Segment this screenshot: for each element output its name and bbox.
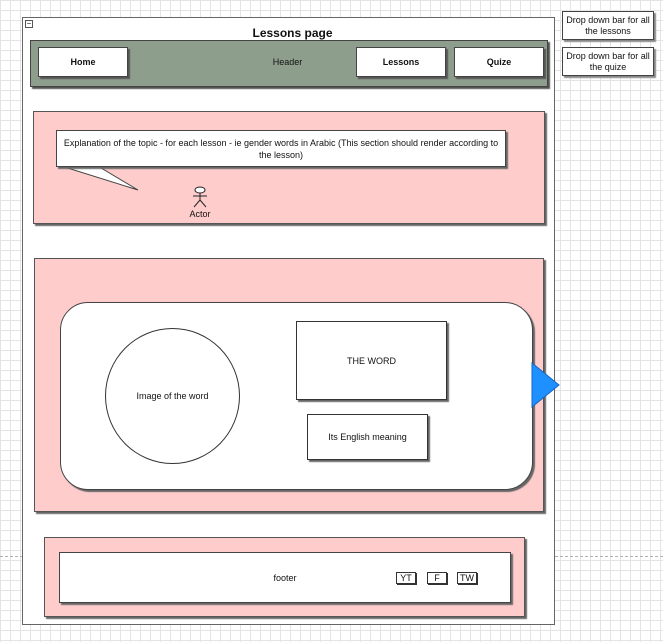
actor-label: Actor [189,209,211,219]
topic-explanation: Explanation of the topic - for each less… [56,130,506,167]
twitter-link[interactable]: TW [457,572,477,584]
home-button[interactable]: Home [38,47,128,77]
footer-label: footer [273,573,297,583]
facebook-link[interactable]: F [427,572,447,584]
collapse-icon[interactable]: − [25,20,33,28]
quiz-dropdown-note: Drop down bar for all the quize [562,47,654,76]
header-label: Header [272,57,303,67]
lessons-button[interactable]: Lessons [356,47,446,77]
word-image: Image of the word [105,328,240,464]
page-title: Lessons page [252,26,333,40]
actor-icon [193,186,207,208]
youtube-link[interactable]: YT [396,572,416,584]
quiz-button[interactable]: Quize [454,47,544,77]
word-box: THE WORD [296,321,447,400]
english-meaning-box: Its English meaning [307,414,428,460]
lessons-dropdown-note: Drop down bar for all the lessons [562,11,654,40]
next-arrow-icon[interactable] [531,362,561,408]
